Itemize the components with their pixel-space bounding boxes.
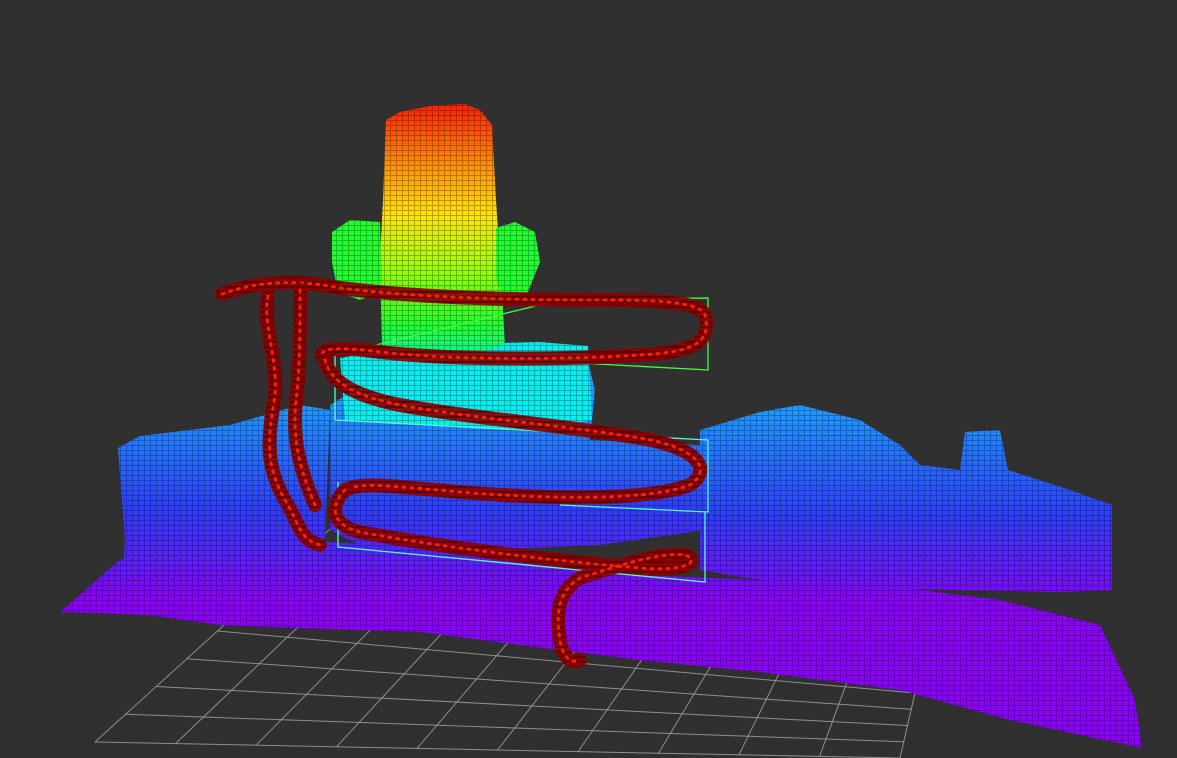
grid-line bbox=[94, 741, 901, 758]
grid-line bbox=[125, 713, 904, 743]
scene-canvas[interactable] bbox=[0, 0, 1177, 758]
right-bench-cloud-texture bbox=[700, 405, 1112, 592]
right-arm-cloud-texture bbox=[496, 222, 540, 300]
3d-viewport[interactable] bbox=[0, 0, 1177, 758]
